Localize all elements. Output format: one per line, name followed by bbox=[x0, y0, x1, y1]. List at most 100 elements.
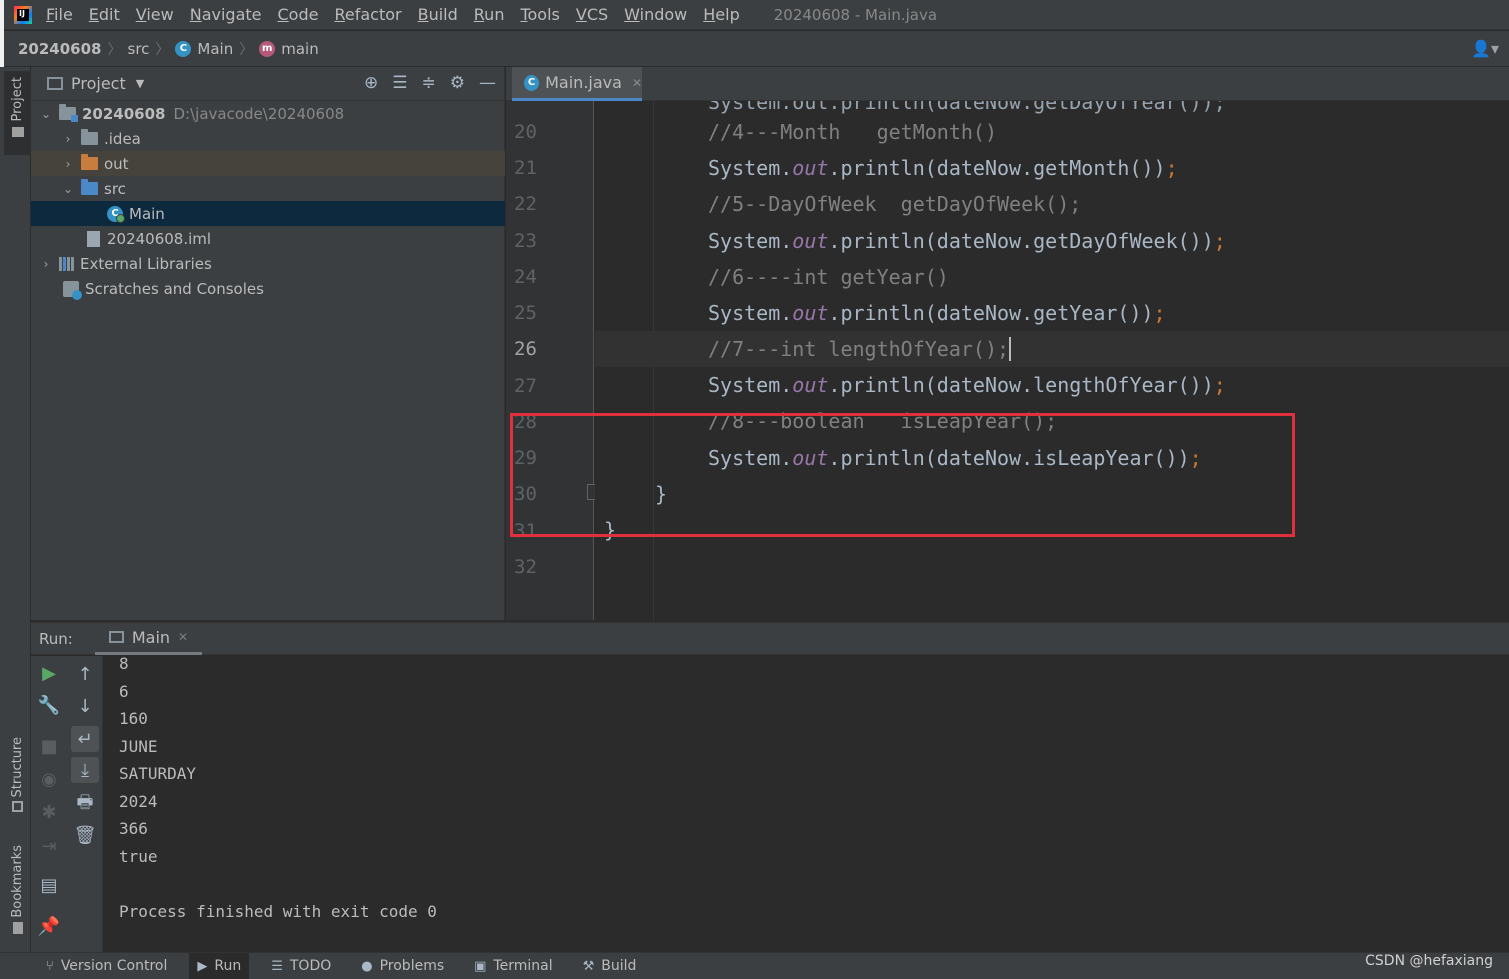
menu-code[interactable]: Code bbox=[278, 5, 319, 24]
code-line-24: //6----int getYear() bbox=[595, 259, 1509, 295]
project-path: D:\javacode\20240608 bbox=[173, 104, 345, 123]
folder-icon bbox=[81, 129, 98, 145]
arrow-up-icon[interactable]: ↑ bbox=[67, 661, 103, 687]
debug-icon[interactable]: ✱ bbox=[31, 799, 67, 825]
stop-icon[interactable]: ■ bbox=[31, 733, 67, 759]
menu-help[interactable]: Help bbox=[703, 5, 739, 24]
console-line: 2024 bbox=[119, 792, 158, 811]
tree-item-idea[interactable]: › .idea bbox=[31, 126, 505, 151]
breadcrumb-class-label: Main bbox=[197, 39, 234, 58]
chevron-down-icon[interactable]: ⌄ bbox=[39, 107, 53, 121]
tab-main-java[interactable]: C Main.java ✕ bbox=[512, 67, 642, 101]
chevron-down-icon[interactable]: ▼ bbox=[136, 77, 144, 90]
menu-navigate[interactable]: Navigate bbox=[190, 5, 262, 24]
code-field: out bbox=[792, 229, 829, 253]
pin-icon[interactable]: 📌 bbox=[31, 913, 67, 939]
chevron-right-icon[interactable]: › bbox=[61, 157, 75, 171]
tab-run-main[interactable]: Main ✕ bbox=[94, 622, 203, 655]
layout-icon[interactable]: ▤ bbox=[31, 872, 67, 898]
tree-item-label: Scratches and Consoles bbox=[85, 279, 264, 298]
hammer-icon: ⚒ bbox=[582, 958, 595, 974]
tool-button-label: Version Control bbox=[60, 958, 168, 974]
line-number: 27 bbox=[514, 375, 537, 397]
chevron-right-icon[interactable]: › bbox=[39, 257, 53, 271]
rerun-icon[interactable]: ▶ bbox=[31, 660, 67, 686]
project-panel-title[interactable]: Project bbox=[71, 74, 126, 93]
tool-tab-structure[interactable]: Structure bbox=[4, 737, 31, 821]
print-icon[interactable]: 🖶 bbox=[67, 792, 103, 818]
tool-button-run[interactable]: ▶ Run bbox=[189, 952, 250, 979]
code-line-27: System. out .println(dateNow.lengthOfYear(… bbox=[595, 367, 1509, 403]
menu-build[interactable]: Build bbox=[418, 5, 458, 24]
menu-view[interactable]: View bbox=[136, 5, 174, 24]
tree-item-src[interactable]: ⌄ src bbox=[31, 176, 505, 201]
code-text: .println(dateNow.lengthOfYear()) bbox=[828, 373, 1214, 397]
camera-icon[interactable]: ◉ bbox=[31, 766, 67, 792]
breadcrumb-project[interactable]: 20240608 bbox=[18, 40, 102, 58]
console-line: 6 bbox=[119, 682, 129, 701]
breadcrumb-separator-icon: 〉 bbox=[107, 41, 122, 58]
code-line-22: //5--DayOfWeek getDayOfWeek(); bbox=[595, 186, 1509, 222]
tree-item-main[interactable]: C Main bbox=[31, 201, 505, 226]
tree-item-label: out bbox=[104, 154, 129, 173]
console-icon bbox=[108, 631, 124, 643]
account-icon[interactable]: 👤▾ bbox=[1471, 39, 1499, 58]
menu-window[interactable]: Window bbox=[624, 5, 687, 24]
collapse-all-icon[interactable]: ≑ bbox=[422, 73, 436, 93]
tool-button-terminal[interactable]: ▣ Terminal bbox=[466, 953, 560, 979]
project-panel-toolbar: ⊕ ☰ ≑ ⚙ — bbox=[364, 73, 496, 93]
tool-tab-bookmarks[interactable]: Bookmarks bbox=[4, 845, 31, 941]
code-comment: //6----int getYear() bbox=[708, 265, 949, 289]
breadcrumb-class[interactable]: C Main bbox=[175, 40, 233, 58]
tool-button-version-control[interactable]: ⑂ Version Control bbox=[38, 953, 175, 979]
expand-all-icon[interactable]: ☰ bbox=[392, 73, 407, 93]
tool-button-problems[interactable]: ● Problems bbox=[353, 953, 452, 979]
close-icon[interactable]: ✕ bbox=[632, 76, 642, 90]
exit-icon[interactable]: ⇥ bbox=[31, 833, 67, 859]
locate-file-icon[interactable]: ⊕ bbox=[364, 73, 378, 93]
arrow-down-icon[interactable]: ↓ bbox=[67, 693, 103, 719]
code-editor[interactable]: System.out.println(dateNow.getDayOfYear(… bbox=[595, 101, 1509, 620]
tree-item-project-root[interactable]: ⌄ 20240608 D:\javacode\20240608 bbox=[31, 101, 505, 126]
chevron-right-icon[interactable]: › bbox=[61, 132, 75, 146]
console-output[interactable]: 8 6 160 JUNE SATURDAY 2024 366 true Proc… bbox=[103, 656, 1509, 952]
tool-button-label: TODO bbox=[289, 958, 332, 974]
tree-item-out[interactable]: › out bbox=[31, 151, 505, 176]
breadcrumb-method[interactable]: m main bbox=[259, 40, 319, 58]
tree-item-iml[interactable]: 20240608.iml bbox=[31, 226, 505, 251]
method-icon: m bbox=[259, 40, 276, 57]
tree-item-scratches[interactable]: Scratches and Consoles bbox=[31, 276, 505, 301]
hide-panel-icon[interactable]: — bbox=[479, 73, 496, 93]
tree-item-label: External Libraries bbox=[80, 254, 212, 273]
trash-icon[interactable]: 🗑 bbox=[67, 822, 103, 848]
menu-tools[interactable]: Tools bbox=[520, 5, 559, 24]
breadcrumb-src[interactable]: src bbox=[128, 40, 150, 58]
code-text: System. bbox=[708, 229, 793, 253]
close-icon[interactable]: ✕ bbox=[178, 630, 188, 644]
wrench-icon[interactable]: 🔧 bbox=[31, 692, 67, 718]
line-number: 21 bbox=[514, 157, 537, 179]
code-line-21: System. out .println(dateNow.getMonth()); bbox=[595, 150, 1509, 186]
source-folder-icon bbox=[81, 179, 98, 195]
tool-button-todo[interactable]: ☰ TODO bbox=[263, 953, 339, 979]
bookmark-icon bbox=[12, 921, 23, 934]
library-icon bbox=[59, 256, 74, 271]
highlight-box-code bbox=[510, 413, 1295, 537]
scroll-to-end-icon[interactable]: ⤓ bbox=[71, 757, 99, 783]
gear-icon[interactable]: ⚙ bbox=[450, 73, 465, 93]
tree-item-label: 20240608.iml bbox=[107, 229, 212, 248]
menu-file[interactable]: File bbox=[46, 5, 73, 24]
chevron-down-icon[interactable]: ⌄ bbox=[61, 182, 75, 196]
tool-button-build[interactable]: ⚒ Build bbox=[575, 953, 645, 979]
tool-tab-project[interactable]: Project bbox=[4, 71, 31, 155]
tree-item-external-libraries[interactable]: › External Libraries bbox=[31, 251, 505, 276]
run-tab-label: Main bbox=[131, 627, 171, 647]
code-comment: //4---Month getMonth() bbox=[708, 120, 997, 144]
menu-vcs[interactable]: VCS bbox=[576, 5, 608, 24]
menu-run[interactable]: Run bbox=[474, 5, 505, 24]
run-panel-label: Run: bbox=[39, 629, 73, 648]
menu-refactor[interactable]: Refactor bbox=[334, 5, 401, 24]
code-text: System. bbox=[708, 373, 793, 397]
soft-wrap-icon[interactable]: ↵ bbox=[71, 726, 99, 752]
menu-edit[interactable]: Edit bbox=[89, 5, 120, 24]
